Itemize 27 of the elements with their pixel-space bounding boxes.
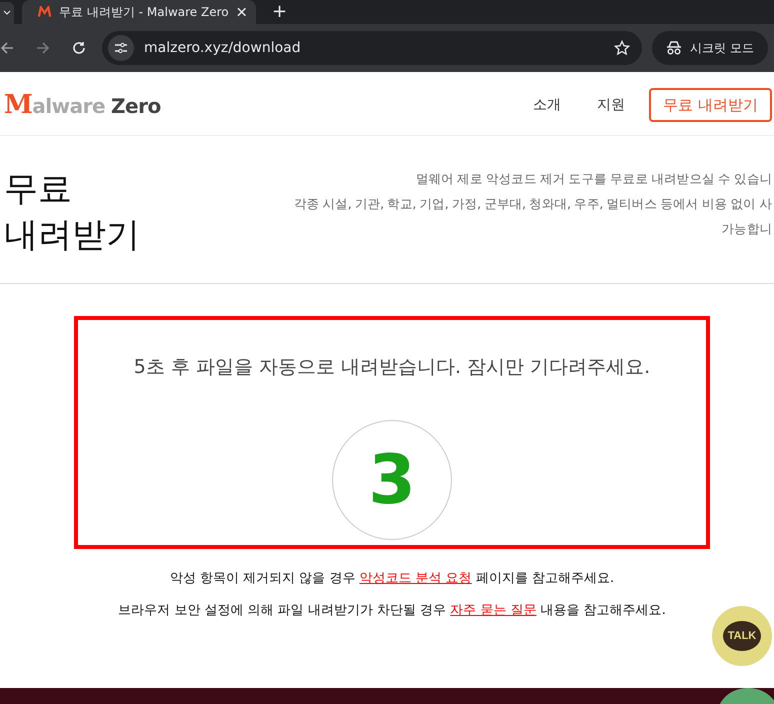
free-download-button[interactable]: 무료 내려받기 bbox=[649, 88, 772, 122]
help-link[interactable]: 자주 묻는 질문 bbox=[450, 603, 536, 618]
forward-icon[interactable] bbox=[36, 41, 50, 55]
logo[interactable]: Malware Zero bbox=[4, 90, 161, 120]
tab-menu-button[interactable] bbox=[0, 2, 14, 24]
close-icon[interactable] bbox=[236, 7, 246, 17]
help-note: 브라우저 보안 설정에 의해 파일 내려받기가 차단될 경우 자주 묻는 질문 내용을 참고해주세요. bbox=[118, 602, 666, 619]
star-icon[interactable] bbox=[614, 40, 630, 56]
incognito-icon bbox=[666, 41, 682, 55]
reload-icon[interactable] bbox=[72, 41, 86, 55]
nav-link[interactable]: 지원 bbox=[597, 96, 626, 114]
browser-tab[interactable]: 무료 내려받기 - Malware Zero bbox=[22, 0, 256, 24]
page-title: 무료 내려받기 bbox=[4, 168, 140, 257]
new-tab-button[interactable]: + bbox=[264, 0, 296, 24]
help-note: 악성 항목이 제거되지 않을 경우 악성코드 분석 요청 페이지를 참고해주세요. bbox=[170, 570, 614, 587]
address-bar[interactable]: malzero.xyz/download bbox=[102, 31, 642, 65]
caret-icon bbox=[3, 10, 11, 16]
site-logo-icon bbox=[38, 6, 52, 18]
chat-button[interactable]: TALK bbox=[712, 606, 772, 666]
site-settings-icon[interactable] bbox=[108, 35, 134, 61]
nav-link[interactable]: 소개 bbox=[533, 96, 562, 114]
help-link[interactable]: 악성코드 분석 요청 bbox=[359, 571, 472, 586]
page-description: 멀웨어 제로 악성코드 제거 도구를 무료로 내려받으실 수 있습니 각종 시설, 기관, 학교, 기업, 가정, 군부대, 청와대, 우주, 멀티버스 등에서 비용 없이 사 가능합니 bbox=[294, 170, 772, 238]
countdown-number: 3 bbox=[332, 420, 452, 540]
incognito-indicator[interactable]: 시크릿 모드 bbox=[652, 31, 768, 65]
back-icon[interactable] bbox=[0, 41, 14, 55]
download-message: 5초 후 파일을 자동으로 내려받습니다. 잠시만 기다려주세요. bbox=[134, 355, 650, 380]
